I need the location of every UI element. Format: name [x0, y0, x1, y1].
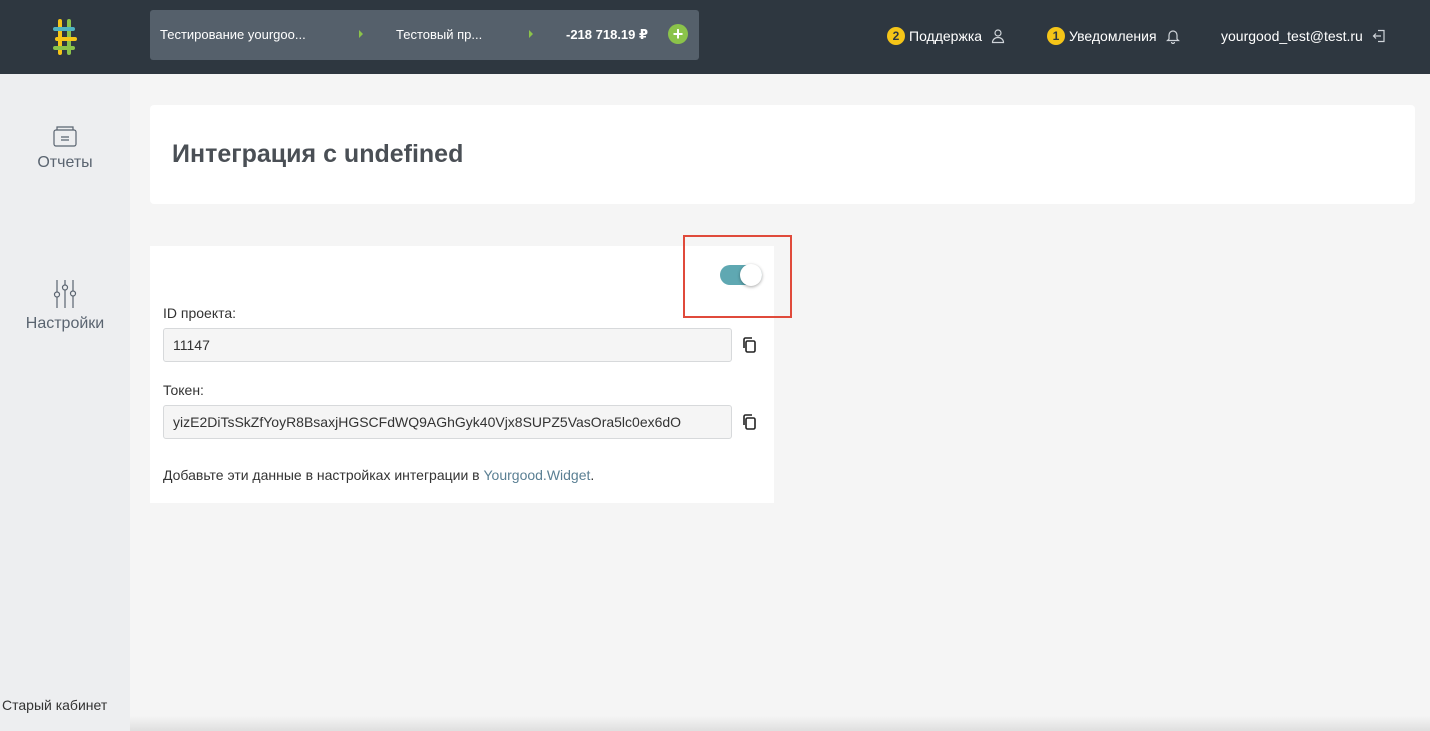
token-label: Токен:	[163, 382, 204, 398]
support-label: Поддержка	[909, 28, 983, 44]
bottom-shadow	[130, 716, 1430, 731]
breadcrumb-org[interactable]: Тестирование yourgoo...	[160, 27, 330, 42]
reports-icon	[53, 126, 77, 147]
sidebar-item-settings[interactable]: Настройки	[0, 279, 130, 333]
hint-tail: .	[590, 467, 595, 483]
balance-value: -218 718.19 ₽	[566, 27, 649, 42]
notifications-label: Уведомления	[1069, 28, 1157, 44]
support-count-badge: 2	[887, 27, 905, 45]
settings-sliders-icon	[53, 280, 77, 308]
user-email: yourgood_test@test.ru	[1221, 28, 1363, 44]
support-link[interactable]: 2 Поддержка	[887, 25, 1006, 47]
sidebar: Отчеты Настройки Старый кабинет	[0, 74, 130, 731]
token-field[interactable]: yizE2DiTsSkZfYoyR8BsaxjHGSCFdWQ9AGhGyk40…	[163, 405, 732, 439]
sidebar-item-reports[interactable]: Отчеты	[0, 124, 130, 172]
breadcrumb-separator-icon	[359, 30, 363, 38]
integration-card	[150, 246, 774, 503]
notifications-count-badge: 1	[1047, 27, 1065, 45]
hint-text: Добавьте эти данные в настройках интегра…	[163, 467, 484, 483]
sidebar-item-label: Настройки	[25, 315, 105, 332]
page-title: Интеграция с undefined	[172, 140, 464, 168]
logo-icon	[53, 19, 77, 55]
breadcrumb: Тестирование yourgoo... Тестовый пр... -…	[150, 10, 699, 60]
breadcrumb-project[interactable]: Тестовый пр...	[396, 27, 506, 42]
copy-icon[interactable]	[741, 413, 757, 431]
bell-icon	[1165, 28, 1181, 44]
copy-icon[interactable]	[741, 336, 757, 354]
plus-icon: +	[672, 24, 684, 44]
integration-hint: Добавьте эти данные в настройках интегра…	[163, 467, 594, 483]
highlight-box	[683, 235, 792, 318]
project-id-field[interactable]: 11147	[163, 328, 732, 362]
app-logo[interactable]	[0, 0, 130, 74]
top-bar: Тестирование yourgoo... Тестовый пр... -…	[0, 0, 1430, 74]
logout-icon[interactable]	[1371, 28, 1387, 44]
user-menu[interactable]: yourgood_test@test.ru	[1221, 25, 1387, 47]
breadcrumb-separator-icon	[529, 30, 533, 38]
widget-link[interactable]: Yourgood.Widget	[484, 467, 591, 483]
notifications-link[interactable]: 1 Уведомления	[1047, 25, 1181, 47]
project-id-label: ID проекта:	[163, 305, 237, 321]
page-header-card: Интеграция с undefined	[150, 105, 1415, 204]
support-person-icon	[990, 28, 1006, 44]
sidebar-item-label: Отчеты	[37, 154, 93, 171]
old-cabinet-link[interactable]: Старый кабинет	[2, 697, 107, 713]
add-balance-button[interactable]: +	[668, 24, 688, 44]
